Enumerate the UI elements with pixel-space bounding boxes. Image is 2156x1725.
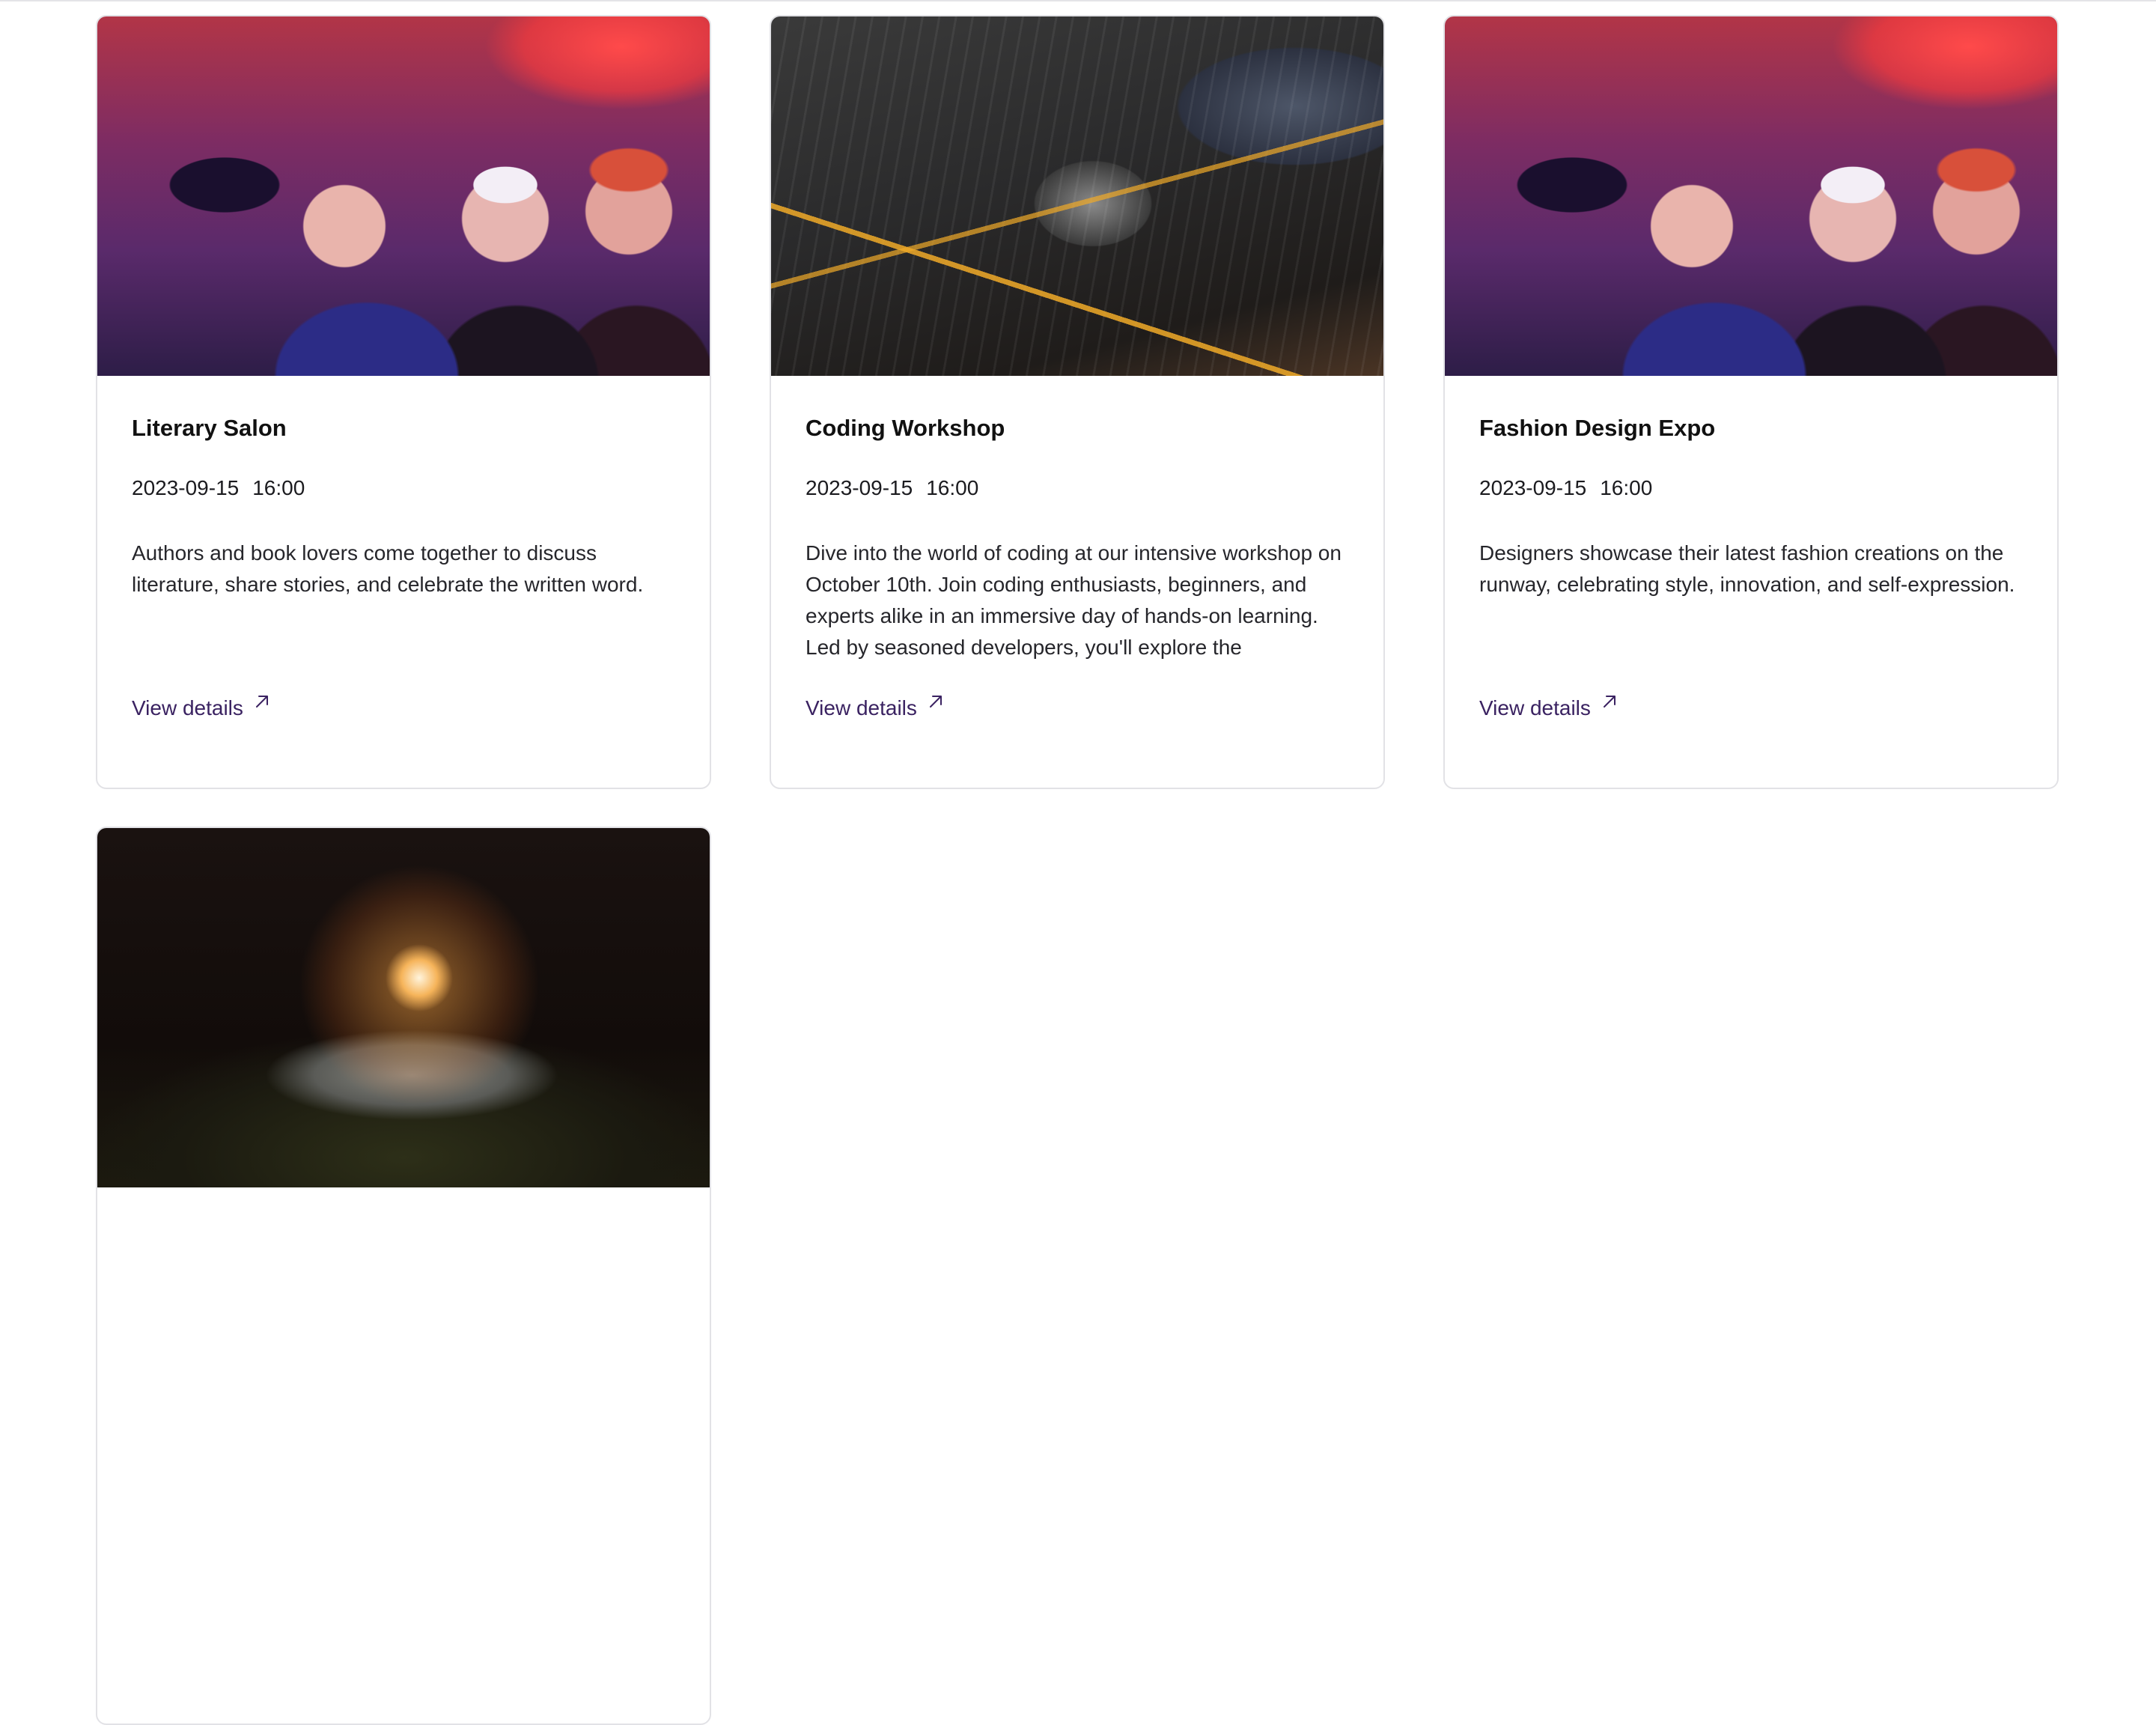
- event-image-sparkler: [97, 828, 710, 1187]
- event-description: Dive into the world of coding at our int…: [806, 541, 1342, 659]
- event-card: Fashion Design Expo 2023-09-15 16:00 Desi…: [1443, 15, 2059, 789]
- event-datetime: 2023-09-15 16:00: [1479, 476, 1652, 500]
- event-grid: Literary Salon 2023-09-15 16:00 Authors a…: [96, 15, 2062, 1725]
- event-card-body: Fashion Design Expo 2023-09-15 16:00 Desi…: [1445, 376, 2057, 788]
- event-date: 2023-09-15: [1479, 476, 1587, 499]
- event-card-body: Literary Salon 2023-09-15 16:00 Authors a…: [97, 376, 710, 788]
- view-details-link[interactable]: View details: [806, 696, 944, 720]
- arrow-up-right-icon: [1603, 696, 1616, 708]
- event-time: 16:00: [1600, 476, 1653, 499]
- view-details-label: View details: [806, 696, 917, 719]
- event-time: 16:00: [926, 476, 979, 499]
- event-card: [96, 827, 711, 1725]
- event-card: Literary Salon 2023-09-15 16:00 Authors a…: [96, 15, 711, 789]
- event-card: Coding Workshop 2023-09-15 16:00 Dive int…: [770, 15, 1385, 789]
- event-image-masquerade: [1445, 16, 2057, 376]
- event-card-body: Coding Workshop 2023-09-15 16:00 Dive int…: [771, 376, 1383, 788]
- view-details-link[interactable]: View details: [132, 696, 270, 720]
- event-image-masquerade: [97, 16, 710, 376]
- top-divider: [0, 0, 2156, 1]
- event-datetime: 2023-09-15 16:00: [806, 476, 978, 500]
- event-image-circuit-board: [771, 16, 1383, 376]
- event-description: Designers showcase their latest fashion …: [1479, 541, 2015, 596]
- view-details-label: View details: [1479, 696, 1591, 719]
- view-details-link[interactable]: View details: [1479, 696, 1618, 720]
- event-title: Literary Salon: [132, 415, 287, 441]
- view-details-label: View details: [132, 696, 243, 719]
- event-title: Fashion Design Expo: [1479, 415, 1716, 441]
- arrow-up-right-icon: [255, 696, 268, 708]
- event-date: 2023-09-15: [806, 476, 913, 499]
- event-title: Coding Workshop: [806, 415, 1005, 441]
- arrow-up-right-icon: [929, 696, 942, 708]
- event-time: 16:00: [252, 476, 305, 499]
- event-date: 2023-09-15: [132, 476, 240, 499]
- event-description: Authors and book lovers come together to…: [132, 541, 644, 596]
- event-datetime: 2023-09-15 16:00: [132, 476, 305, 500]
